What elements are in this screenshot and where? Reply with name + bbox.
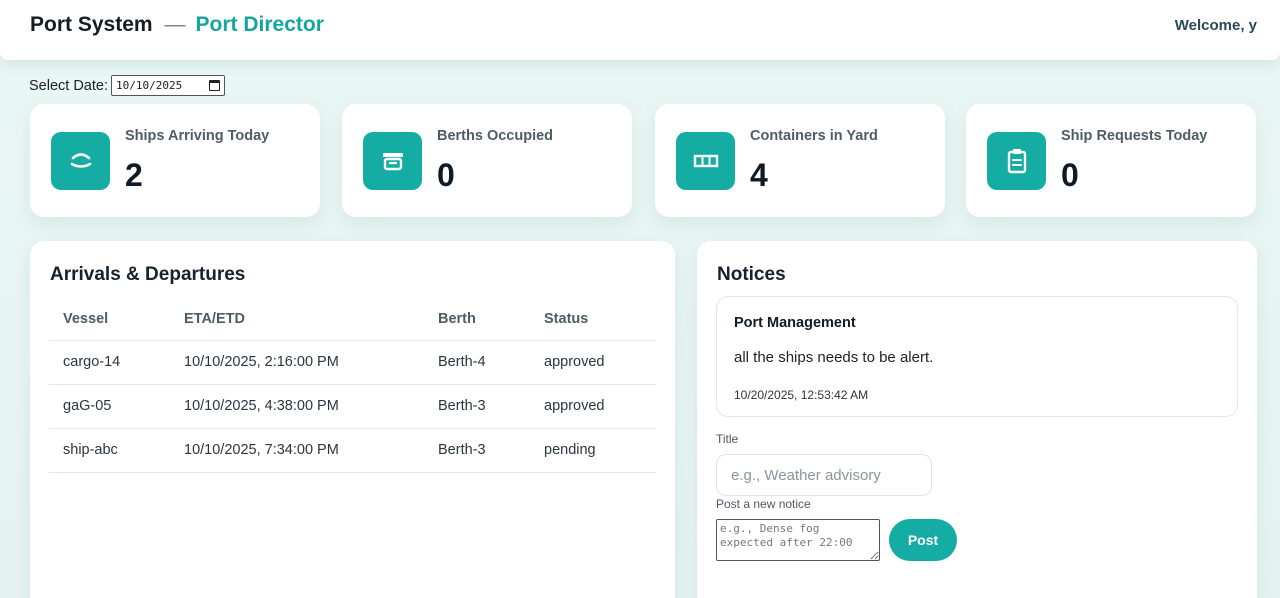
table-row: ship-abc 10/10/2025, 7:34:00 PM Berth-3 …: [49, 428, 656, 473]
arrivals-departures-panel: Arrivals & Departures Vessel ETA/ETD Ber…: [30, 241, 675, 598]
eta-cell: 10/10/2025, 7:34:00 PM: [170, 428, 424, 473]
notice-body: all the ships needs to be alert.: [734, 349, 934, 366]
table-row: gaG-05 10/10/2025, 4:38:00 PM Berth-3 ap…: [49, 384, 656, 429]
notices-panel: Notices Port Management all the ships ne…: [697, 241, 1257, 598]
date-input[interactable]: 10/10/2025: [111, 75, 225, 96]
notice-title-input[interactable]: [716, 454, 932, 496]
app-name: Port System: [30, 13, 153, 36]
notices-title: Notices: [717, 264, 786, 285]
stat-value: 4: [750, 157, 768, 193]
top-bar: Port System — Port Director Welcome, y: [0, 0, 1280, 60]
archive-box-icon: [363, 132, 422, 190]
eta-cell: 10/10/2025, 2:16:00 PM: [170, 340, 424, 385]
post-button[interactable]: Post: [889, 519, 957, 561]
notice-author: Port Management: [734, 315, 856, 331]
stat-label: Containers in Yard: [750, 128, 878, 144]
status-cell: pending: [530, 428, 656, 473]
user-role: Port Director: [195, 13, 324, 36]
stat-label: Ships Arriving Today: [125, 128, 270, 144]
stat-card-ship-requests: Ship Requests Today 0: [966, 104, 1256, 217]
vessel-cell: ship-abc: [49, 428, 170, 473]
status-cell: approved: [530, 384, 656, 429]
notice-timestamp: 10/20/2025, 12:53:42 AM: [734, 388, 869, 402]
notice-text-input[interactable]: [716, 519, 880, 561]
berth-cell: Berth-3: [424, 384, 530, 429]
ship-icon: [51, 132, 110, 190]
vessel-cell: cargo-14: [49, 340, 170, 385]
schedule-table: Vessel ETA/ETD Berth Status cargo-14 10/…: [49, 298, 656, 473]
berth-cell: Berth-4: [424, 340, 530, 385]
stat-card-containers-in-yard: Containers in Yard 4: [655, 104, 945, 217]
date-filter-label: Select Date:: [29, 77, 108, 94]
stat-label: Ship Requests Today: [1061, 128, 1208, 144]
stat-card-berths-occupied: Berths Occupied 0: [342, 104, 632, 217]
notice-card: Port Management all the ships needs to b…: [716, 296, 1238, 417]
calendar-icon[interactable]: [209, 80, 220, 91]
column-header-eta-etd: ETA/ETD: [170, 298, 424, 341]
stat-value: 0: [1061, 157, 1079, 193]
date-filter: Select Date: 10/10/2025: [29, 75, 225, 96]
arrivals-departures-title: Arrivals & Departures: [50, 264, 246, 285]
table-header-row: Vessel ETA/ETD Berth Status: [49, 298, 656, 341]
notice-field-label: Post a new notice: [716, 497, 811, 511]
vessel-cell: gaG-05: [49, 384, 170, 429]
title-separator: —: [164, 13, 186, 36]
app-title: Port System — Port Director: [30, 13, 324, 37]
column-header-status: Status: [530, 298, 656, 341]
date-value: 10/10/2025: [116, 79, 183, 92]
stat-value: 2: [125, 157, 143, 193]
clipboard-icon: [987, 132, 1046, 190]
container-icon: [676, 132, 735, 190]
welcome-message: Welcome, y: [1174, 17, 1257, 34]
column-header-berth: Berth: [424, 298, 530, 341]
stat-label: Berths Occupied: [437, 128, 554, 144]
stat-card-ships-arriving: Ships Arriving Today 2: [30, 104, 320, 217]
status-cell: approved: [530, 340, 656, 385]
column-header-vessel: Vessel: [49, 298, 170, 341]
table-row: cargo-14 10/10/2025, 2:16:00 PM Berth-4 …: [49, 340, 656, 385]
eta-cell: 10/10/2025, 4:38:00 PM: [170, 384, 424, 429]
title-field-label: Title: [716, 432, 739, 446]
berth-cell: Berth-3: [424, 428, 530, 473]
stat-value: 0: [437, 157, 455, 193]
